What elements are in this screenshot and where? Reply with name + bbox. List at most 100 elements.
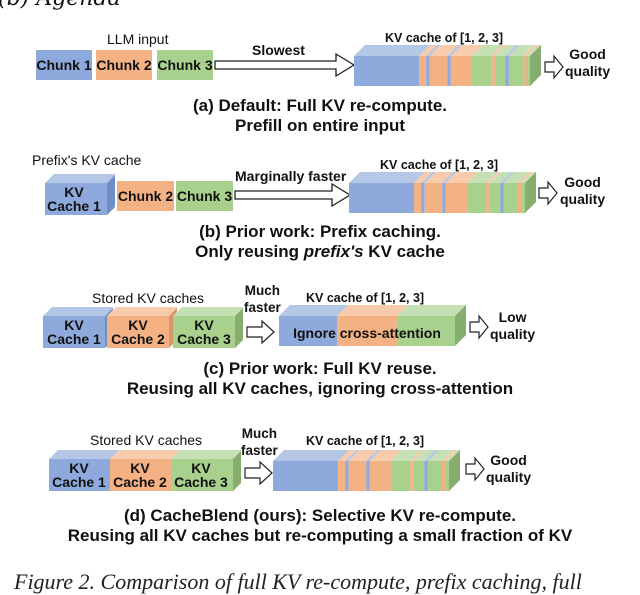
caption-d-line-1: (d) CacheBlend (ours): Selective KV re-c…	[123, 506, 517, 525]
cache-label-line-1: KV	[130, 460, 150, 476]
arrow-label-line-1: Much	[244, 283, 281, 298]
kv-cache-label: KV cache of [1, 2, 3]	[380, 158, 499, 172]
quality-label: Good quality	[560, 174, 605, 208]
cube-top-face	[49, 450, 119, 459]
kv-segment	[427, 461, 442, 491]
kv-segment-top	[396, 305, 466, 316]
quality-word-2: quality	[560, 191, 606, 207]
kv-segment	[489, 183, 501, 213]
quality-label: Good quality	[565, 46, 610, 80]
kv-segment	[442, 183, 446, 213]
quality-word-1: Good	[569, 46, 606, 62]
kv-segment-top	[349, 172, 426, 183]
kv-cache-1-label: KV Cache 1	[45, 182, 103, 216]
caption-c-line-1: (c) Prior work: Full KV reuse.	[203, 359, 437, 378]
cache-label-line-1: KV	[64, 184, 84, 200]
kv-segment	[503, 183, 518, 213]
kv-cache-blended-bar	[354, 45, 541, 86]
cache-label-line-1: KV	[194, 317, 214, 333]
caption-d-line-2: Reusing all KV caches but re-computing a…	[67, 526, 573, 545]
kv-segment	[424, 183, 443, 213]
chunk-2: Chunk 2	[96, 50, 152, 80]
cache-label-line-2: Cache 3	[174, 474, 228, 490]
kv-segment	[414, 183, 422, 213]
cache-label-line-2: Cache 2	[111, 331, 165, 347]
kv-segment	[450, 56, 472, 86]
cube-top-face	[43, 307, 113, 316]
kv-segment	[369, 461, 391, 491]
quality-word-1: Good	[490, 452, 527, 468]
kv-segment-top	[279, 305, 349, 316]
caption-b: (b) Prior work: Prefix caching. Only reu…	[0, 222, 640, 262]
much-faster-label: Much faster	[244, 282, 281, 316]
kv-cache-3-label: KV Cache 3	[173, 316, 235, 348]
long-arrow-icon	[214, 52, 356, 78]
kv-segment	[521, 183, 525, 213]
cache-label-line-2: Cache 1	[47, 198, 101, 214]
chunk-2: Chunk 2	[117, 181, 174, 211]
caption-b-line-2: Only reusing prefix's KV cache	[0, 242, 640, 262]
cache-label-line-1: KV	[191, 460, 211, 476]
kv-segment	[486, 183, 490, 213]
kv-segment	[505, 56, 509, 86]
stored-kv-caches-label: Stored KV caches	[90, 432, 203, 448]
kv-segment	[421, 183, 425, 213]
arrow-right-icon	[244, 460, 273, 486]
kv-segment	[354, 56, 420, 86]
kv-segment-top	[337, 305, 408, 316]
kv-segment	[517, 183, 522, 213]
cache-label-line-1: KV	[64, 317, 84, 333]
kv-segment	[466, 183, 487, 213]
kv-segment	[410, 461, 414, 491]
kv-segment	[445, 183, 467, 213]
quality-word-2: quality	[565, 63, 611, 79]
cache-label-line-2: Cache 1	[52, 474, 106, 490]
long-arrow-icon	[234, 182, 352, 208]
cropped-heading-text: (b) Agenda	[0, 0, 121, 11]
ignore-cross-attention-label: Ignore cross-attention	[293, 325, 441, 341]
kv-cache-1-label: KV Cache 1	[43, 316, 105, 348]
kv-segment	[348, 461, 367, 491]
quality-word-2: quality	[490, 326, 536, 342]
kv-segment	[447, 56, 451, 86]
kv-cache-label: KV cache of [1, 2, 3]	[306, 434, 425, 448]
caption-emphasis: prefix's	[303, 242, 364, 261]
arrow-right-icon	[538, 180, 558, 206]
arrow-label-line-1: Much	[241, 426, 278, 441]
kv-segment	[526, 56, 530, 86]
kv-cache-3-label: KV Cache 3	[171, 459, 231, 491]
kv-segment	[390, 461, 411, 491]
kv-cache-2-label: KV Cache 2	[107, 316, 169, 348]
kv-cache-blended-bar	[273, 450, 460, 491]
caption-b-line-1: (b) Prior work: Prefix caching.	[199, 222, 441, 241]
kv-segment-top	[273, 450, 350, 461]
kv-segment	[494, 56, 506, 86]
caption-text: Only reusing	[195, 242, 304, 261]
kv-segment	[508, 56, 523, 86]
kv-segment	[491, 56, 495, 86]
quality-word-1: Good	[564, 174, 601, 190]
caption-a: (a) Default: Full KV re-compute. Prefill…	[0, 96, 640, 136]
arrow-right-icon	[246, 319, 275, 345]
cache-label-line-1: KV	[128, 317, 148, 333]
arrow-label-line-2: faster	[244, 300, 281, 315]
kv-cache-1-label: KV Cache 1	[49, 459, 109, 491]
cube-top-face	[107, 307, 177, 316]
cube-top-face	[171, 450, 241, 459]
kv-cache-blended-bar	[349, 172, 536, 213]
kv-cache-2-label: KV Cache 2	[110, 459, 170, 491]
kv-segment	[471, 56, 492, 86]
arrow-right-icon	[469, 314, 489, 340]
caption-c-line-2: Reusing all KV caches, ignoring cross-at…	[126, 379, 514, 398]
kv-segment	[522, 56, 527, 86]
cache-label-line-2: Cache 1	[47, 331, 101, 347]
kv-segment	[338, 461, 346, 491]
prefix-kv-cache-label: Prefix's KV cache	[32, 152, 142, 168]
llm-input-label: LLM input	[107, 31, 169, 47]
chunk-1: Chunk 1	[36, 50, 92, 80]
kv-segment	[445, 461, 449, 491]
caption-a-line-1: (a) Default: Full KV re-compute.	[192, 96, 448, 115]
caption-text: KV cache	[363, 242, 445, 261]
stored-kv-caches-label: Stored KV caches	[92, 290, 205, 306]
kv-cache-label: KV cache of [1, 2, 3]	[385, 31, 504, 45]
